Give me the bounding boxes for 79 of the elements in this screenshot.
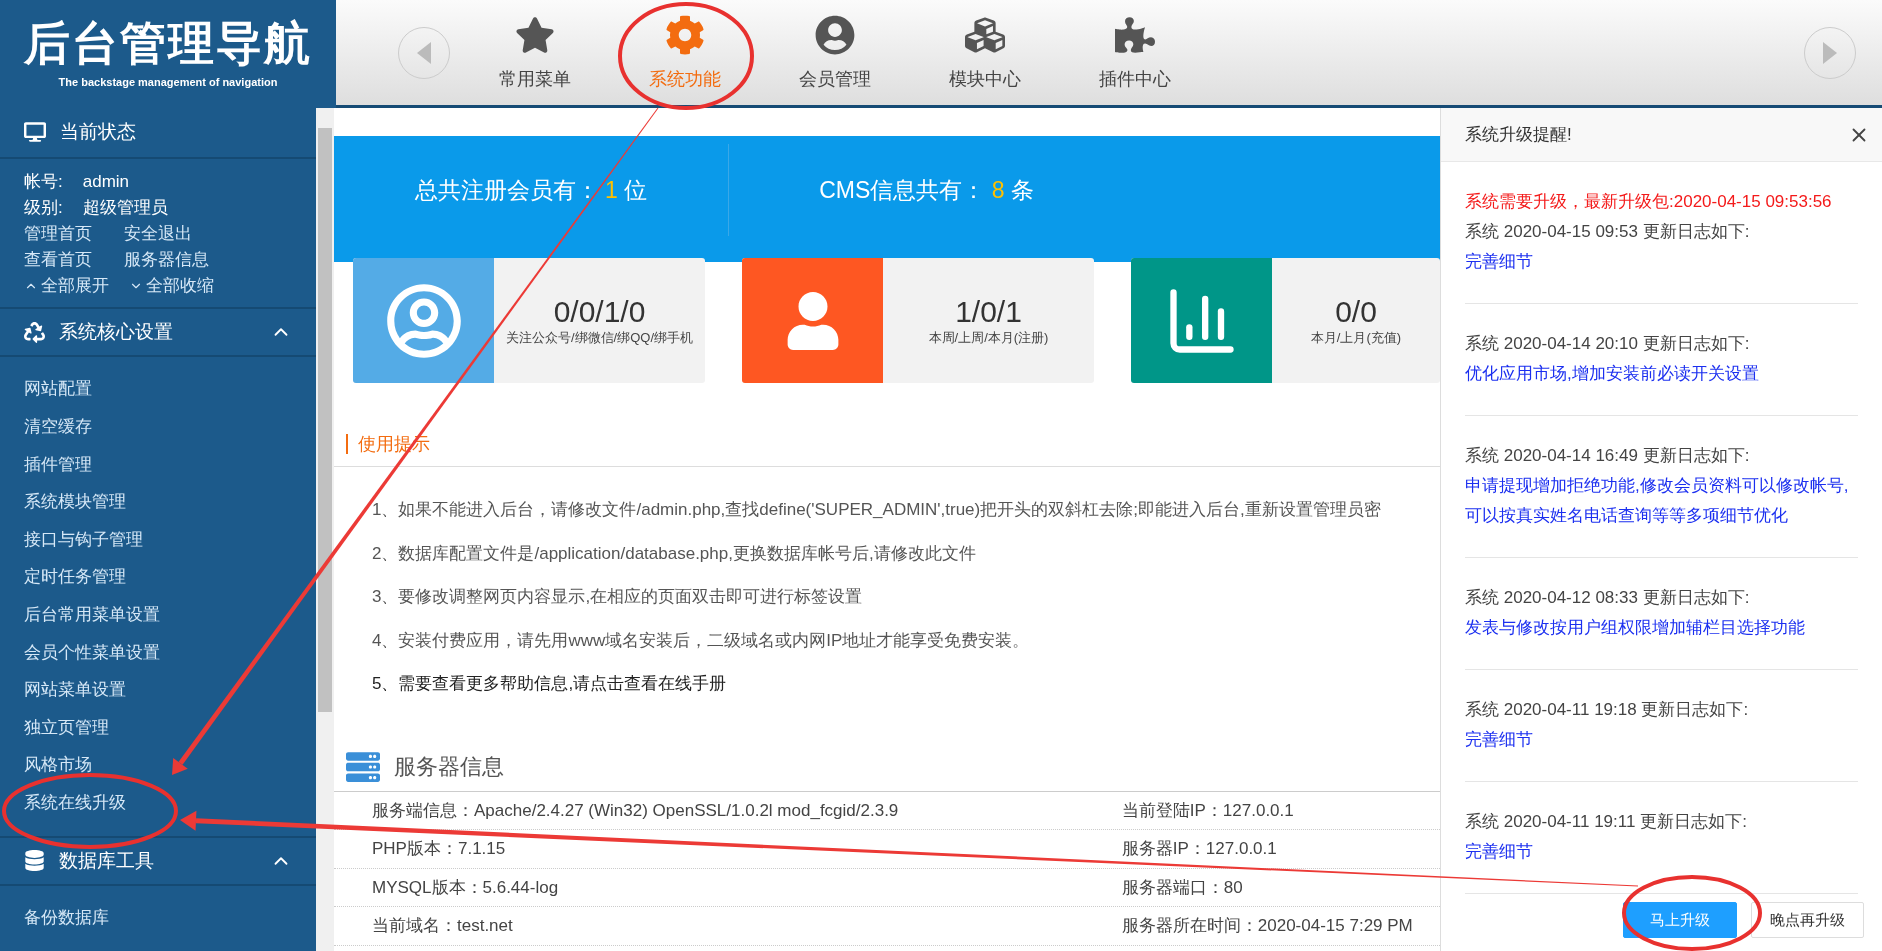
card-caption: 本月/上月(充值)	[1310, 328, 1402, 347]
log-heading: 系统 2020-04-11 19:11 更新日志如下:	[1465, 811, 1748, 833]
tip-text: 1、如果不能进入后台，请修改文件/admin.php,查找define('SUPER_ADMIN',true)把开头的双斜杠去除;即能进入后台,重新设置管理员密	[372, 499, 1382, 521]
info-value: 超级管理员	[82, 196, 168, 219]
sidebar-item[interactable]: 后台常用菜单设置	[0, 596, 316, 634]
stat-text: CMS信息共有： 8 条	[818, 176, 1035, 205]
info-label: 帐号:	[24, 170, 63, 193]
server-icon	[346, 750, 380, 784]
sidebar-item[interactable]: 风格市场	[0, 746, 316, 784]
sidebar-item[interactable]: 系统在线升级	[0, 784, 316, 822]
sidebar-item[interactable]: 接口与钩子管理	[0, 520, 316, 559]
section-title: 服务器信息	[394, 753, 504, 781]
group-icon	[24, 321, 45, 343]
log-heading: 系统 2020-04-11 19:18 更新日志如下:	[1465, 699, 1750, 721]
info-text: PHP版本：7.1.15	[372, 838, 507, 861]
sidebar-link[interactable]: 服务器信息	[124, 246, 209, 273]
group-header[interactable]: 系统核心设置	[0, 306, 316, 358]
info-text: 服务器IP：127.0.0.1	[1121, 838, 1278, 861]
log-note: 优化应用市场,增加安装前必读开关设置	[1465, 363, 1760, 385]
triangle-right-icon	[1823, 41, 1837, 64]
sidebar-item[interactable]: 插件管理	[0, 445, 316, 484]
sidebar-item[interactable]: 备份数据库	[0, 899, 316, 937]
log-note: 完善细节	[1465, 251, 1534, 273]
log-heading: 系统 2020-04-15 09:53 更新日志如下:	[1465, 221, 1751, 243]
log-note: 发表与修改按用户组权限增加辅栏目选择功能	[1465, 617, 1806, 639]
info-text: MYSQL版本：5.6.44-log	[372, 876, 560, 899]
card-value: 0/0	[1335, 294, 1377, 329]
log-note: 完善细节	[1465, 729, 1534, 751]
help-link[interactable]: 5、需要查看更多帮助信息,请点击查看在线手册	[372, 662, 1440, 706]
group-icon	[24, 850, 45, 872]
nav-icon	[1115, 14, 1155, 55]
sidebar-link[interactable]: 安全退出	[124, 220, 192, 247]
sidebar-item[interactable]: 网站菜单设置	[0, 671, 316, 709]
tip-text: 3、要修改调整网页内容显示,在相应的页面双击即可进行标签设置	[372, 586, 864, 608]
section-title: 当前状态	[60, 120, 137, 145]
nav-tab[interactable]: 模块中心	[910, 14, 1060, 91]
info-text: 当前域名：test.net	[372, 915, 514, 938]
nav-tab[interactable]: 会员管理	[760, 14, 910, 91]
expand-all-link[interactable]: 全部展开	[24, 272, 109, 299]
logo-subtitle: The backstage management of navigation	[58, 76, 278, 88]
sidebar-item[interactable]: 清空缓存	[0, 408, 316, 446]
sidebar-item[interactable]: 网站配置	[0, 370, 316, 409]
logo-title: 后台管理导航	[24, 20, 312, 66]
sidebar-item[interactable]: 会员个性菜单设置	[0, 633, 316, 672]
info-text: 服务器端口：80	[1121, 876, 1244, 899]
triangle-left-icon	[417, 41, 431, 64]
collapse-all-link[interactable]: 全部收缩	[129, 272, 214, 299]
scrollbar[interactable]	[316, 108, 334, 951]
sidebar-item[interactable]: 定时任务管理	[0, 558, 316, 597]
tip-text: 4、安装付费应用，请先用www域名安装后，二级域名或内网IP地址才能享受免费安装。	[372, 629, 1031, 652]
nav-icon	[815, 14, 855, 55]
card-value: 1/0/1	[955, 294, 1022, 329]
log-heading: 系统 2020-04-14 20:10 更新日志如下:	[1465, 333, 1751, 355]
info-label: 级别:	[24, 196, 63, 219]
group-header[interactable]: 数据库工具	[0, 835, 316, 887]
nav-icon	[665, 14, 705, 55]
nav-tab[interactable]: 插件中心	[1060, 14, 1210, 91]
alert-text: 系统需要升级，最新升级包:2020-04-15 09:53:56	[1465, 191, 1833, 213]
card-caption: 本周/上周/本月(注册)	[928, 328, 1049, 347]
card-caption: 关注公众号/绑微信/绑QQ/绑手机	[505, 328, 694, 347]
info-value: admin	[82, 170, 130, 193]
log-heading: 系统 2020-04-12 08:33 更新日志如下:	[1465, 587, 1751, 609]
sidebar-item[interactable]: 独立页管理	[0, 708, 316, 747]
nav-tab[interactable]: 常用菜单	[460, 14, 610, 91]
log-heading: 系统 2020-04-14 16:49 更新日志如下:	[1465, 445, 1751, 467]
info-text: 当前登陆IP：127.0.0.1	[1121, 799, 1295, 822]
tip-text: 2、数据库配置文件是/application/database.php,更换数据库帐号后,请修改此文件	[372, 542, 977, 565]
card-value: 0/0/1/0	[553, 294, 646, 329]
later-button[interactable]: 晚点再升级	[1751, 902, 1864, 938]
sidebar-link[interactable]: 查看首页	[24, 246, 104, 273]
info-text: 服务器所在时间：2020-04-15 7:29 PM	[1121, 915, 1414, 938]
log-note: 完善细节	[1465, 841, 1534, 863]
dialog-title: 系统升级提醒!	[1465, 124, 1573, 146]
monitor-icon	[24, 121, 46, 144]
sidebar-link[interactable]: 管理首页	[24, 220, 104, 247]
info-text: 服务端信息：Apache/2.4.27 (Win32) OpenSSL/1.0.2l mod_fcgid/2.3.9	[372, 799, 900, 822]
log-note: 申请提现增加拒绝功能,修改会员资料可以修改帐号,可以按真实姓名电话查询等等多项细节优化	[1465, 475, 1850, 527]
sidebar-item[interactable]: 系统模块管理	[0, 483, 316, 521]
nav-icon	[515, 14, 555, 55]
